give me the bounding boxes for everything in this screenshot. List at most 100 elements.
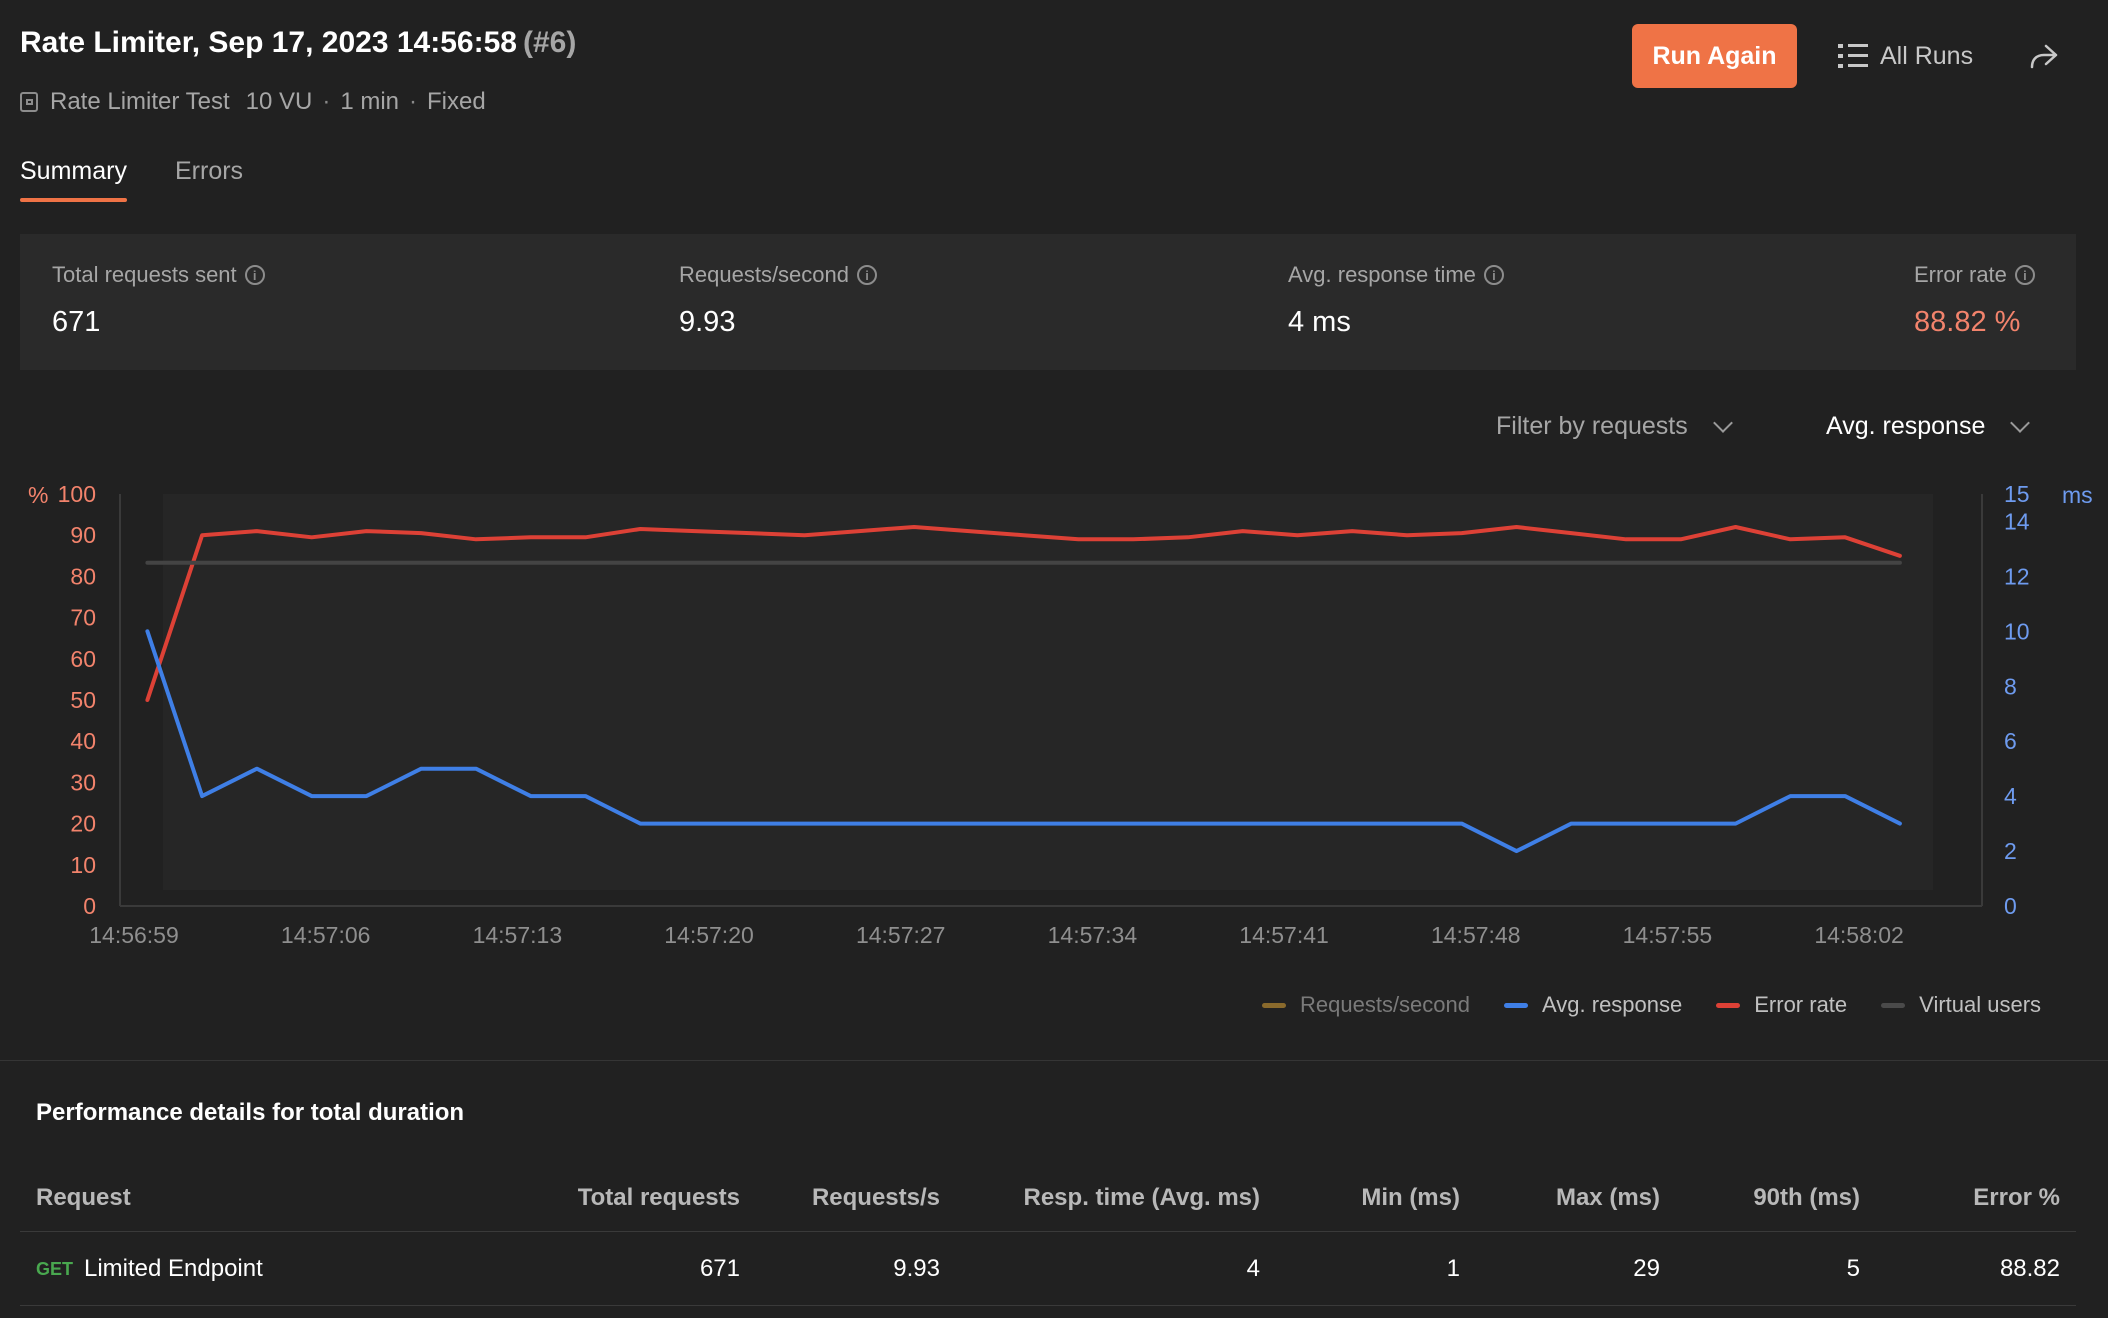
http-method-badge: GET: [36, 1259, 74, 1279]
column-header-request: Request: [36, 1184, 131, 1211]
x-axis-tick-label: 14:57:06: [281, 922, 371, 948]
legend-label: Avg. response: [1542, 992, 1683, 1017]
right-axis-tick-label: 14: [2004, 508, 2030, 534]
legend-swatch: [1716, 1002, 1741, 1008]
active-tab-indicator: [20, 198, 127, 202]
legend-swatch: [1504, 1002, 1528, 1008]
x-axis-tick-label: 14:57:13: [473, 922, 563, 948]
right-axis-tick-label: 15: [2004, 481, 2030, 507]
left-axis-unit: %: [28, 482, 48, 508]
column-header-avg-response: Resp. time (Avg. ms): [1023, 1184, 1261, 1211]
tab-errors[interactable]: Errors: [175, 157, 243, 186]
cell-error-percent: 88.82: [1999, 1255, 2060, 1282]
stat-value-error-rate: 88.82 %: [1914, 306, 2021, 338]
right-axis-tick-label: 6: [2004, 728, 2017, 754]
info-icon[interactable]: i: [2014, 265, 2035, 285]
legend-item-virtual-users[interactable]: Virtual users: [1881, 992, 2041, 1018]
column-header-requests-per-second: Requests/s: [811, 1184, 940, 1211]
cell-total-requests: 671: [699, 1255, 740, 1282]
right-axis-unit: ms: [2062, 482, 2093, 508]
left-axis-tick-label: 50: [70, 687, 96, 713]
stat-value-avg-response-time: 4 ms: [1288, 306, 1351, 338]
legend-item-error-rate[interactable]: Error rate: [1716, 992, 1847, 1018]
stat-label-total-requests: Total requests sent i: [52, 262, 265, 288]
run-duration: 1 min: [340, 88, 400, 115]
filter-requests-label: Filter by requests: [1496, 412, 1688, 440]
chart-legend: Requests/second Avg. response Error rate…: [1262, 992, 2041, 1018]
left-axis-tick-label: 60: [70, 646, 96, 672]
virtual-users: 10 VU: [245, 88, 313, 115]
chevron-down-icon: [1712, 412, 1733, 433]
x-axis-tick-label: 14:57:41: [1239, 922, 1329, 948]
column-header-min: Min (ms): [1361, 1184, 1460, 1211]
summary-stats-panel: [20, 234, 2076, 370]
run-again-button[interactable]: Run Again: [1632, 24, 1797, 88]
run-title: Rate Limiter, Sep 17, 2023 14:56:58: [20, 26, 517, 59]
stat-value-total-requests: 671: [52, 306, 101, 338]
right-axis-tick-label: 2: [2004, 838, 2017, 864]
collection-icon: [20, 92, 38, 112]
meta-separator: ·: [322, 88, 331, 115]
legend-item-requests-per-second[interactable]: Requests/second: [1262, 992, 1470, 1018]
legend-label: Requests/second: [1300, 992, 1470, 1017]
performance-title: Performance details for total duration: [36, 1099, 465, 1126]
request-name[interactable]: Limited Endpoint: [84, 1255, 263, 1283]
legend-swatch: [1881, 1002, 1906, 1008]
collection-name: Rate Limiter Test: [50, 88, 230, 115]
right-axis-tick-label: 0: [2004, 893, 2017, 919]
legend-swatch: [1262, 1002, 1286, 1008]
run-number: (#6): [522, 26, 577, 59]
column-header-p90: 90th (ms): [1753, 1184, 1860, 1211]
stat-label-text: Requests/second: [679, 262, 849, 287]
filter-requests-dropdown[interactable]: Filter by requests: [1496, 412, 1733, 441]
legend-item-avg-response[interactable]: Avg. response: [1504, 992, 1682, 1018]
cell-min: 1: [1446, 1255, 1460, 1282]
cell-max: 29: [1633, 1255, 1660, 1282]
left-axis-tick-label: 0: [83, 893, 96, 919]
x-axis-tick-label: 14:57:27: [856, 922, 946, 948]
x-axis-tick-label: 14:57:48: [1431, 922, 1521, 948]
legend-label: Virtual users: [1919, 992, 2042, 1017]
run-meta: Rate Limiter Test 10 VU · 1 min · Fixed: [20, 88, 486, 116]
stat-label-text: Avg. response time: [1288, 262, 1476, 287]
left-axis-tick-label: 10: [70, 852, 96, 878]
plot-area: [163, 494, 1933, 890]
load-profile: Fixed: [427, 88, 486, 115]
stat-value-requests-per-second: 9.93: [679, 306, 736, 338]
left-axis-tick-label: 30: [70, 769, 96, 795]
left-axis-tick-label: 100: [58, 481, 96, 507]
table-divider: [20, 1231, 2076, 1232]
x-axis-tick-label: 14:57:55: [1623, 922, 1713, 948]
column-header-error-percent: Error %: [1973, 1184, 2060, 1211]
right-axis-tick-label: 12: [2004, 563, 2030, 589]
stat-label-error-rate: Error rate i: [1914, 262, 2035, 288]
stat-label-avg-response-time: Avg. response time i: [1288, 262, 1504, 288]
x-axis-tick-label: 14:58:02: [1814, 922, 1904, 948]
right-axis-tick-label: 8: [2004, 673, 2017, 699]
info-icon[interactable]: i: [857, 265, 877, 285]
cell-requests-per-second: 9.93: [893, 1255, 940, 1282]
info-icon[interactable]: i: [1483, 265, 1504, 285]
table-divider: [20, 1305, 2076, 1306]
column-header-max: Max (ms): [1555, 1184, 1660, 1211]
left-axis-tick-label: 90: [70, 522, 96, 548]
column-header-total-requests: Total requests: [577, 1184, 740, 1211]
share-icon[interactable]: [2024, 36, 2064, 76]
all-runs-button[interactable]: All Runs: [1838, 36, 1973, 76]
x-axis-tick-label: 14:57:20: [664, 922, 754, 948]
x-axis-tick-label: 14:56:59: [89, 922, 179, 948]
cell-p90: 5: [1846, 1255, 1860, 1282]
metric-label: Avg. response: [1826, 412, 1986, 440]
metric-dropdown[interactable]: Avg. response: [1826, 412, 2031, 441]
right-axis-tick-label: 4: [2004, 783, 2017, 809]
left-axis-tick-label: 40: [70, 728, 96, 754]
tab-summary[interactable]: Summary: [20, 157, 127, 186]
chevron-down-icon: [2010, 412, 2031, 433]
info-icon[interactable]: i: [244, 265, 265, 285]
stat-label-text: Error rate: [1914, 262, 2007, 287]
performance-chart: % ms 0102030405060708090100 024681012141…: [28, 481, 2093, 948]
meta-separator: ·: [409, 88, 418, 115]
x-axis-tick-label: 14:57:34: [1048, 922, 1138, 948]
stat-label-requests-per-second: Requests/second i: [679, 262, 877, 288]
list-icon: [1838, 42, 1868, 70]
